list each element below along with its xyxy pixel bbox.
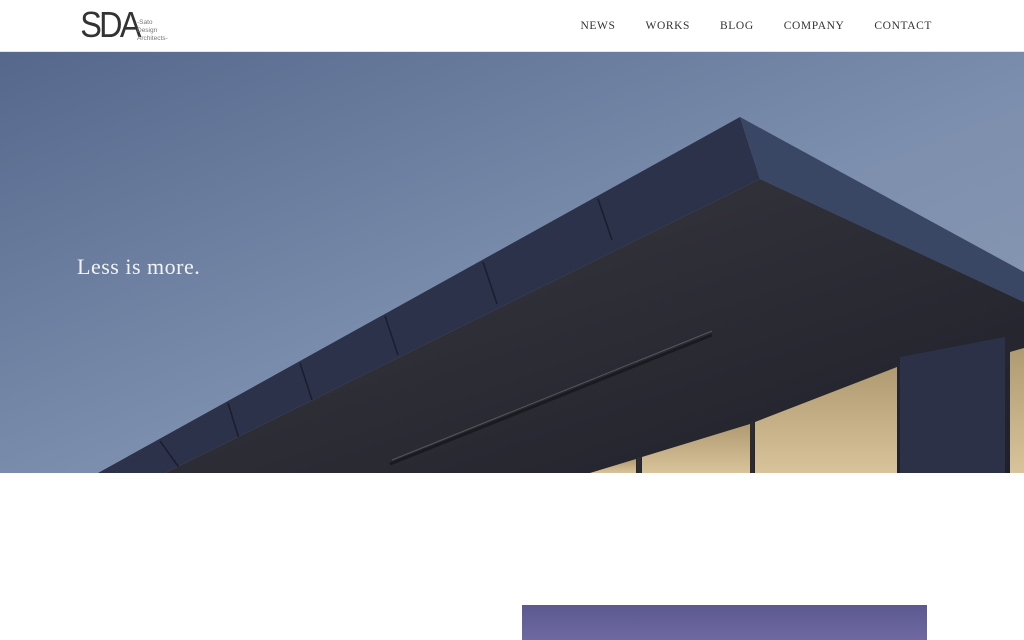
hero-section: Less is more. — [0, 52, 1024, 473]
site-header: SDA -Sato Design Architects- NEWS WORKS … — [0, 0, 1024, 52]
nav-news[interactable]: NEWS — [581, 20, 616, 32]
nav-contact[interactable]: CONTACT — [874, 20, 932, 32]
main-nav: NEWS WORKS BLOG COMPANY CONTACT — [551, 0, 932, 52]
hero-tagline: Less is more. — [77, 254, 201, 279]
logo-subtitle: -Sato Design Architects- — [137, 19, 197, 43]
logo[interactable]: SDA -Sato Design Architects- — [77, 4, 187, 49]
nav-works[interactable]: WORKS — [646, 20, 691, 32]
featured-image[interactable] — [522, 605, 927, 640]
logo-mark-text: SDA — [80, 4, 141, 45]
nav-company[interactable]: COMPANY — [784, 20, 845, 32]
logo-subtitle-line: -Sato — [137, 19, 153, 26]
logo-mark: SDA — [77, 4, 142, 46]
nav-blog[interactable]: BLOG — [720, 20, 754, 32]
logo-subtitle-line: Architects- — [137, 35, 168, 42]
logo-subtitle-line: Design — [137, 27, 158, 34]
